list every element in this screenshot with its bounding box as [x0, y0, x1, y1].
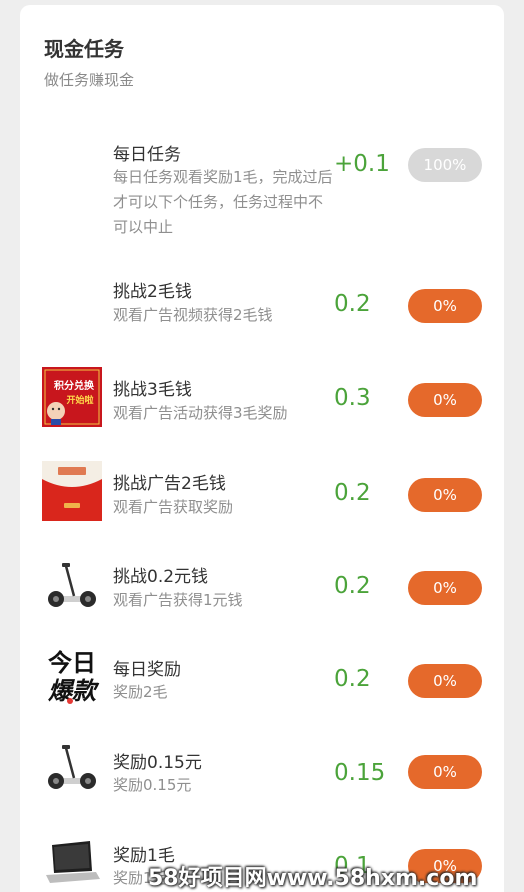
- logo-text-1: 今日: [48, 649, 96, 677]
- task-name: 挑战广告2毛钱: [113, 474, 226, 494]
- task-desc: 观看广告获得1元钱: [113, 591, 243, 609]
- task-reward: 0.2: [334, 480, 371, 506]
- cash-task-card: 现金任务 做任务赚现金 每日任务 每日任务观看奖励1毛，完成过后才可以下个任务，…: [20, 5, 504, 892]
- task-desc: 观看广告视频获得2毛钱: [113, 306, 273, 324]
- task-desc: 每日任务观看奖励1毛，完成过后才可以下个任务，任务过程中不可以中止: [113, 168, 333, 236]
- laptop-icon: [42, 833, 102, 892]
- task-reward: +0.1: [334, 151, 390, 177]
- task-reward: 0.2: [334, 666, 371, 692]
- task-desc: 奖励0.15元: [113, 776, 192, 794]
- section-title: 现金任务: [44, 37, 124, 61]
- task-name: 挑战0.2元钱: [113, 567, 209, 587]
- task-desc: 奖励2毛: [113, 683, 168, 701]
- task-desc: 观看广告获取奖励: [113, 498, 234, 516]
- task-progress-button[interactable]: 0%: [408, 478, 482, 512]
- poster-text-1: 积分兑换: [54, 379, 95, 392]
- site-watermark: 58好项目网www.58hxm.com: [148, 866, 478, 891]
- task-progress-button[interactable]: 0%: [408, 664, 482, 698]
- points-exchange-poster-icon: 积分兑换 开始啦: [42, 367, 102, 427]
- red-envelope-icon: [42, 461, 102, 521]
- logo-text-2: 爆款: [48, 677, 100, 705]
- task-desc: 观看广告活动获得3毛奖励: [113, 404, 288, 422]
- task-progress-button[interactable]: 0%: [408, 289, 482, 323]
- task-name: 挑战3毛钱: [113, 380, 192, 400]
- task-reward: 0.3: [334, 385, 371, 411]
- balance-scooter-icon: [42, 740, 102, 800]
- task-progress-button[interactable]: 0%: [408, 571, 482, 605]
- task-reward: 0.2: [334, 573, 371, 599]
- task-reward: 0.15: [334, 760, 386, 786]
- poster-text-2: 开始啦: [66, 394, 93, 406]
- task-name: 奖励0.15元: [113, 753, 202, 773]
- task-name: 每日任务: [113, 145, 181, 165]
- task-progress-button[interactable]: 0%: [408, 383, 482, 417]
- task-progress-button[interactable]: 100%: [408, 148, 482, 182]
- task-name: 挑战2毛钱: [113, 282, 192, 302]
- task-name: 每日奖励: [113, 660, 181, 680]
- task-progress-button[interactable]: 0%: [408, 755, 482, 789]
- balance-scooter-icon: [42, 554, 102, 614]
- section-subtitle: 做任务赚现金: [44, 71, 135, 89]
- today-hot-logo-icon: 今日 爆款: [42, 645, 102, 705]
- task-reward: 0.2: [334, 291, 371, 317]
